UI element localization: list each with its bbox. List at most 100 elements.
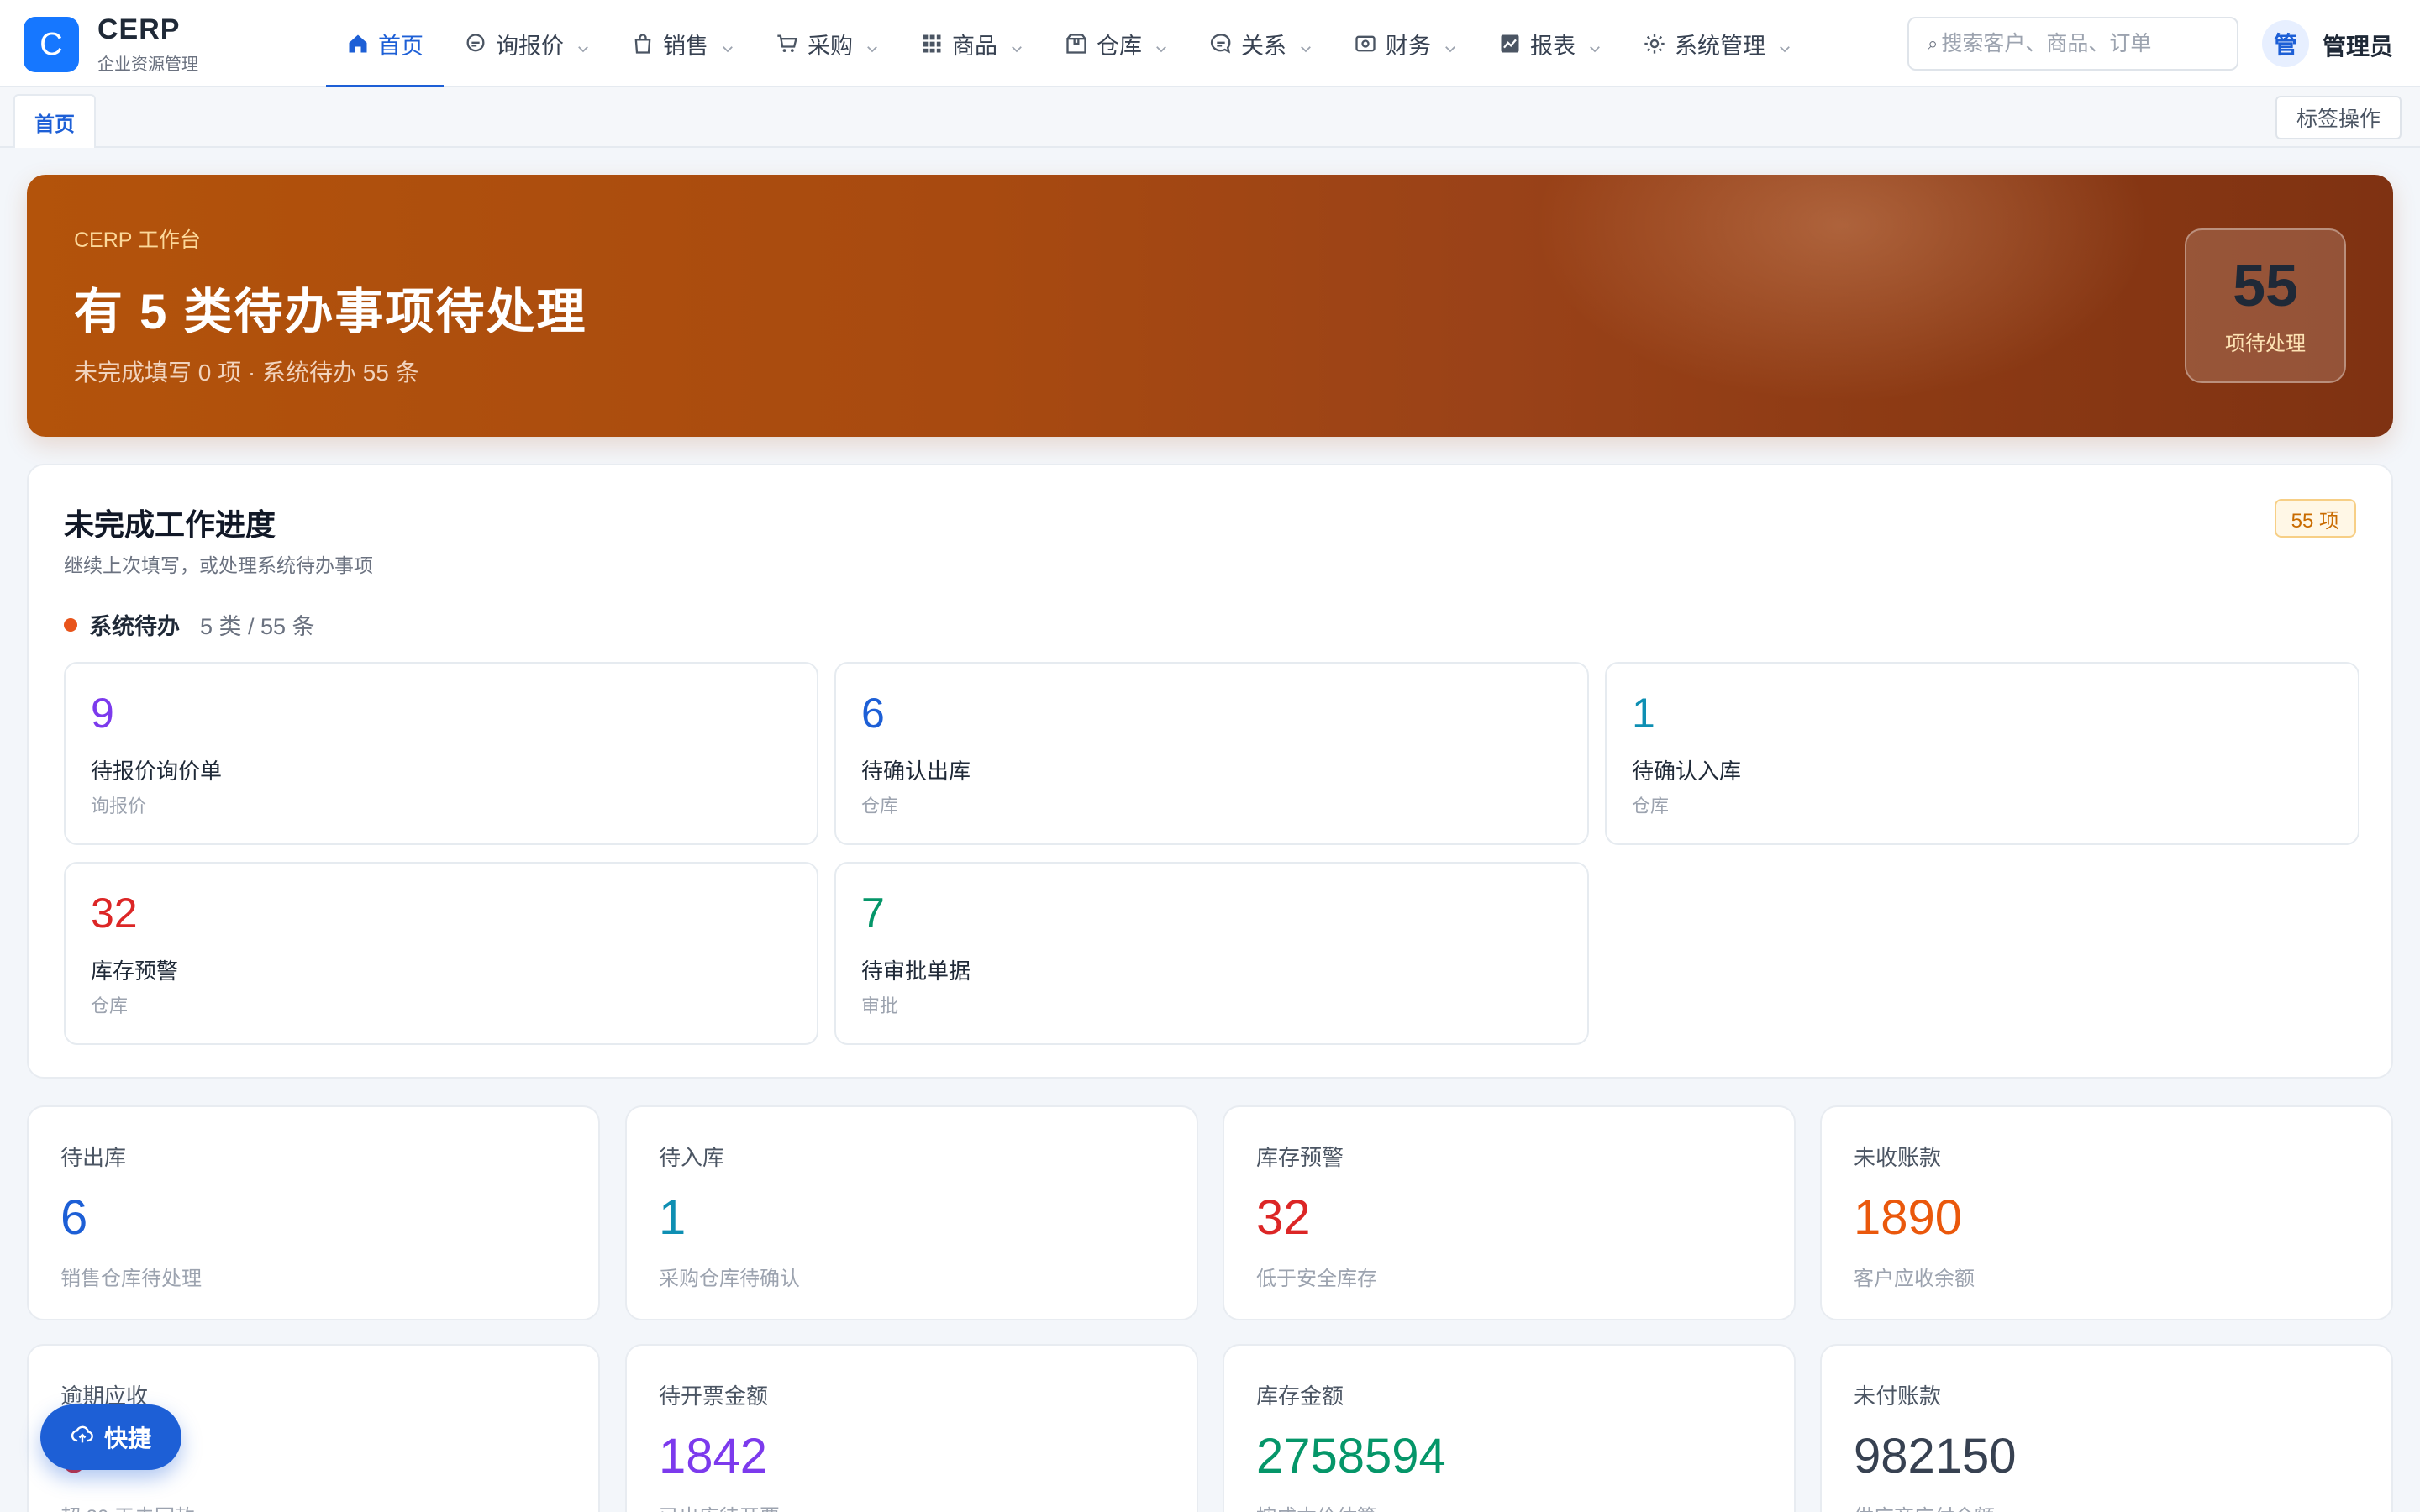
chevron-down-icon bbox=[720, 36, 735, 53]
chevron-down-icon bbox=[1443, 36, 1458, 53]
nav-label: 系统管理 bbox=[1675, 33, 1765, 59]
nav-label: 首页 bbox=[378, 33, 424, 59]
search-input[interactable] bbox=[1941, 31, 2211, 56]
stat-description: 超 30 天未回款 bbox=[60, 1500, 195, 1512]
stat-label: 库存金额 bbox=[1256, 1383, 1344, 1409]
stat-label: 未收账款 bbox=[1854, 1145, 1942, 1170]
box-icon bbox=[1065, 32, 1088, 55]
stat-card-pending-outbound[interactable]: 待出库 6 销售仓库待处理 bbox=[27, 1105, 600, 1320]
grid-icon bbox=[920, 32, 944, 55]
stat-value: 1842 bbox=[659, 1429, 768, 1483]
app-logo[interactable]: C bbox=[24, 17, 79, 72]
chart-icon bbox=[1498, 32, 1522, 55]
status-dot bbox=[64, 617, 77, 632]
stat-card-stock-alert[interactable]: 库存预警 32 低于安全库存 bbox=[1223, 1105, 1796, 1320]
stat-description: 采购仓库待确认 bbox=[659, 1268, 800, 1290]
stat-description: 按成本价估算 bbox=[1256, 1500, 1377, 1512]
chevron-down-icon bbox=[1587, 36, 1602, 53]
todo-count: 32 bbox=[91, 890, 138, 937]
chevron-down-icon bbox=[1777, 36, 1792, 53]
stat-description: 销售仓库待处理 bbox=[60, 1268, 202, 1290]
shopping-bag-icon bbox=[631, 32, 655, 55]
stat-label: 待开票金额 bbox=[659, 1383, 769, 1409]
search-icon: ⌕ bbox=[1928, 33, 1939, 54]
todo-card-stock-alert[interactable]: 32 库存预警 仓库 bbox=[64, 862, 818, 1045]
todo-card-outbound[interactable]: 6 待确认出库 仓库 bbox=[834, 662, 1589, 845]
work-progress-panel: 未完成工作进度 继续上次填写，或处理系统待办事项 55 项 系统待办 5 类 /… bbox=[27, 464, 2393, 1079]
cart-icon bbox=[776, 32, 799, 55]
nav-item-inquiry[interactable]: 询报价 bbox=[444, 0, 611, 87]
top-navbar: C CERP 企业资源管理 首页 询报价 销售 采购 商品 仓库 关系 财务 报… bbox=[0, 0, 2420, 89]
nav-item-purchase[interactable]: 采购 bbox=[755, 0, 900, 87]
stat-label: 待出库 bbox=[60, 1145, 127, 1170]
quick-actions-button[interactable]: 快捷 bbox=[40, 1404, 182, 1470]
pending-count-number: 55 bbox=[2233, 252, 2298, 318]
chevron-down-icon bbox=[1009, 36, 1024, 53]
banner-subtitle: 未完成填写 0 项 · 系统待办 55 条 bbox=[74, 360, 419, 386]
avatar[interactable]: 管 bbox=[2262, 20, 2309, 67]
gear-icon bbox=[1643, 32, 1666, 55]
todo-title: 待确认入库 bbox=[1632, 759, 1742, 784]
stat-description: 低于安全库存 bbox=[1256, 1268, 1377, 1290]
tab-bar: 首页 标签操作 bbox=[0, 87, 2420, 148]
stat-value: 6 bbox=[60, 1190, 88, 1245]
global-search[interactable]: ⌕ bbox=[1907, 17, 2238, 71]
nav-label: 销售 bbox=[663, 33, 708, 59]
chevron-down-icon bbox=[576, 36, 591, 53]
stat-card-inventory-value[interactable]: 库存金额 2758594 按成本价估算 bbox=[1223, 1344, 1796, 1512]
nav-item-relations[interactable]: 关系 bbox=[1189, 0, 1334, 87]
app-name: CERP bbox=[97, 13, 181, 45]
pending-count-label: 项待处理 bbox=[2225, 332, 2306, 355]
todo-count: 6 bbox=[861, 690, 885, 737]
nav-item-warehouse[interactable]: 仓库 bbox=[1044, 0, 1189, 87]
todo-title: 待确认出库 bbox=[861, 759, 971, 784]
nav-item-system[interactable]: 系统管理 bbox=[1623, 0, 1812, 87]
chat-bubble-icon bbox=[464, 32, 487, 55]
main-nav: 首页 询报价 销售 采购 商品 仓库 关系 财务 报表 系统管理 bbox=[326, 0, 1812, 89]
nav-item-products[interactable]: 商品 bbox=[900, 0, 1044, 87]
stat-label: 未付账款 bbox=[1854, 1383, 1942, 1409]
nav-item-reports[interactable]: 报表 bbox=[1478, 0, 1623, 87]
tab-operations-button[interactable]: 标签操作 bbox=[2275, 96, 2402, 139]
workbench-banner: CERP 工作台 有 5 类待办事项待处理 未完成填写 0 项 · 系统待办 5… bbox=[27, 175, 2393, 437]
nav-item-finance[interactable]: 财务 bbox=[1334, 0, 1478, 87]
panel-title: 未完成工作进度 bbox=[64, 507, 276, 542]
app-subtitle: 企业资源管理 bbox=[97, 55, 198, 74]
stat-description: 已出库待开票 bbox=[659, 1500, 780, 1512]
pending-count-badge: 55 项待处理 bbox=[2185, 228, 2346, 383]
nav-item-home[interactable]: 首页 bbox=[326, 0, 444, 89]
todo-title: 待审批单据 bbox=[861, 958, 971, 984]
user-name[interactable]: 管理员 bbox=[2323, 29, 2393, 62]
stat-description: 客户应收余额 bbox=[1854, 1268, 1975, 1290]
stat-value: 2758594 bbox=[1256, 1429, 1446, 1483]
todo-card-quote[interactable]: 9 待报价询价单 询报价 bbox=[64, 662, 818, 845]
stat-card-receivables[interactable]: 未收账款 1890 客户应收余额 bbox=[1820, 1105, 2393, 1320]
chevron-down-icon bbox=[1298, 36, 1313, 53]
stat-description: 供应商应付余额 bbox=[1854, 1500, 1995, 1512]
nav-label: 仓库 bbox=[1097, 33, 1142, 59]
items-count-badge: 55 项 bbox=[2274, 499, 2356, 538]
nav-label: 商品 bbox=[952, 33, 997, 59]
tab-home[interactable]: 首页 bbox=[13, 94, 96, 148]
todo-card-inbound[interactable]: 1 待确认入库 仓库 bbox=[1605, 662, 2360, 845]
todo-category: 仓库 bbox=[861, 795, 899, 816]
cloud-upload-icon bbox=[71, 1423, 94, 1452]
quick-actions-label: 快捷 bbox=[103, 1425, 151, 1452]
chevron-down-icon bbox=[1154, 36, 1169, 53]
nav-item-sales[interactable]: 销售 bbox=[611, 0, 755, 87]
todo-count: 1 bbox=[1632, 690, 1655, 737]
todo-card-approval[interactable]: 7 待审批单据 审批 bbox=[834, 862, 1589, 1045]
nav-label: 采购 bbox=[808, 33, 853, 59]
stat-card-pending-invoice[interactable]: 待开票金额 1842 已出库待开票 bbox=[625, 1344, 1198, 1512]
nav-label: 关系 bbox=[1241, 33, 1286, 59]
wallet-icon bbox=[1354, 32, 1377, 55]
todo-category: 仓库 bbox=[1632, 795, 1670, 816]
stat-value: 1 bbox=[659, 1190, 687, 1245]
banner-title: 有 5 类待办事项待处理 bbox=[74, 285, 587, 339]
nav-label: 询报价 bbox=[496, 33, 564, 59]
stat-card-payables[interactable]: 未付账款 982150 供应商应付余额 bbox=[1820, 1344, 2393, 1512]
todo-title: 待报价询价单 bbox=[91, 759, 223, 784]
stat-card-pending-inbound[interactable]: 待入库 1 采购仓库待确认 bbox=[625, 1105, 1198, 1320]
nav-label: 财务 bbox=[1386, 33, 1431, 59]
todo-category: 仓库 bbox=[91, 995, 129, 1016]
